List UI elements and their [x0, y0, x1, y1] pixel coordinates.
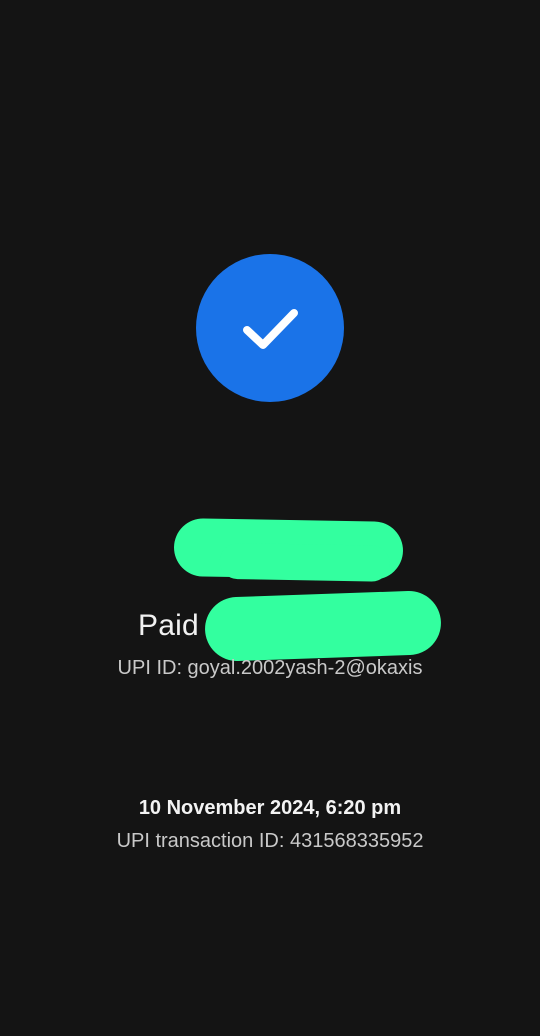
- checkmark-icon: [243, 309, 298, 349]
- payment-success-badge: [196, 254, 344, 402]
- transaction-datetime: 10 November 2024, 6:20 pm: [138, 797, 402, 819]
- upi-transaction-id: UPI transaction ID: 431568335952: [116, 830, 424, 852]
- paid-label: Paid: [138, 609, 199, 642]
- redacted-payee-name: [173, 518, 404, 580]
- redacted-payee-detail: [203, 589, 443, 663]
- upi-id-text: UPI ID: goyal.2002yash-2@okaxis: [117, 657, 423, 679]
